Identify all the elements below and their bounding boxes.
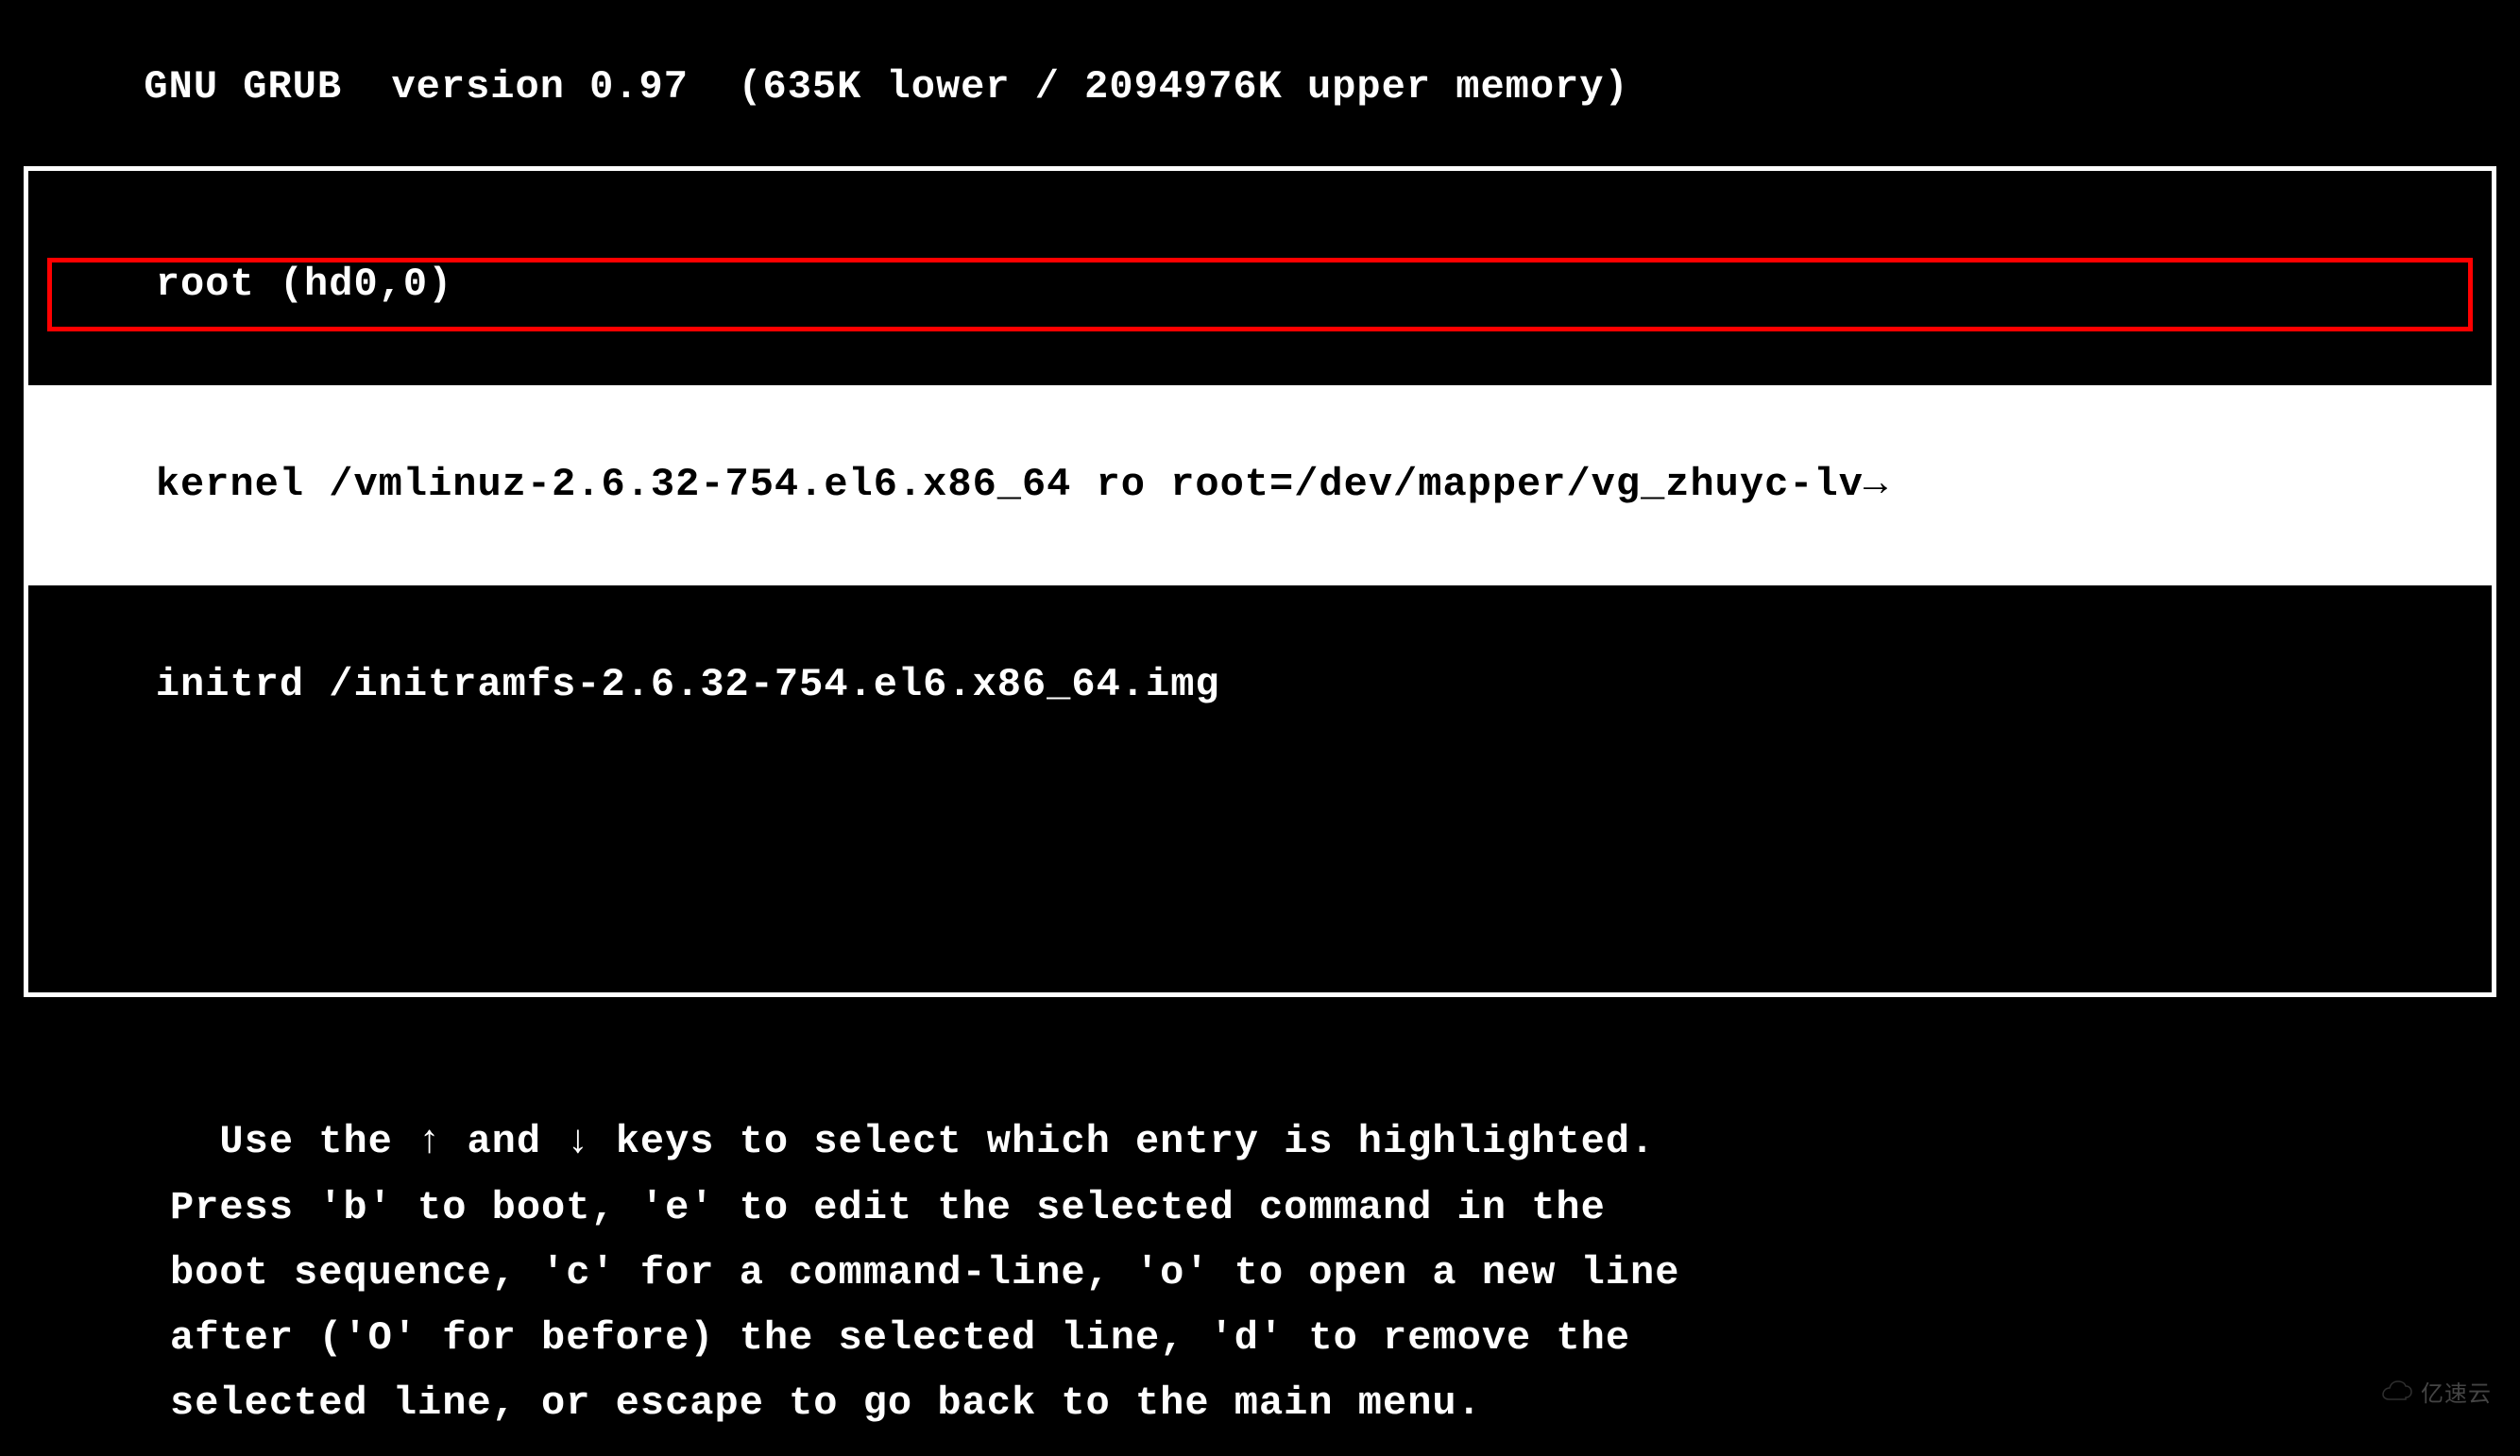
watermark-text: 亿速云 (2421, 1375, 2492, 1409)
watermark: 亿速云 (2379, 1375, 2492, 1409)
instructions-text: Use the ↑ and ↓ keys to select which ent… (170, 1119, 1679, 1426)
menu-entry-text: kernel /vmlinuz-2.6.32-754.el6.x86_64 ro… (156, 462, 1888, 507)
menu-entry-text: root (hd0,0) (156, 262, 452, 307)
grub-title: GNU GRUB version 0.97 (635K lower / 2094… (144, 64, 1628, 110)
grub-instructions: Use the ↑ and ↓ keys to select which ent… (0, 1025, 2520, 1456)
menu-entry-kernel[interactable]: kernel /vmlinuz-2.6.32-754.el6.x86_64 ro… (28, 385, 2492, 585)
cloud-icon (2379, 1380, 2413, 1403)
menu-entry-root[interactable]: root (hd0,0) (28, 185, 2492, 385)
grub-header: GNU GRUB version 0.97 (635K lower / 2094… (0, 0, 2520, 147)
menu-entry-text: initrd /initramfs-2.6.32-754.el6.x86_64.… (156, 662, 1220, 707)
menu-entry-initrd[interactable]: initrd /initramfs-2.6.32-754.el6.x86_64.… (28, 585, 2492, 786)
grub-menu-box: root (hd0,0) kernel /vmlinuz-2.6.32-754.… (24, 166, 2496, 997)
